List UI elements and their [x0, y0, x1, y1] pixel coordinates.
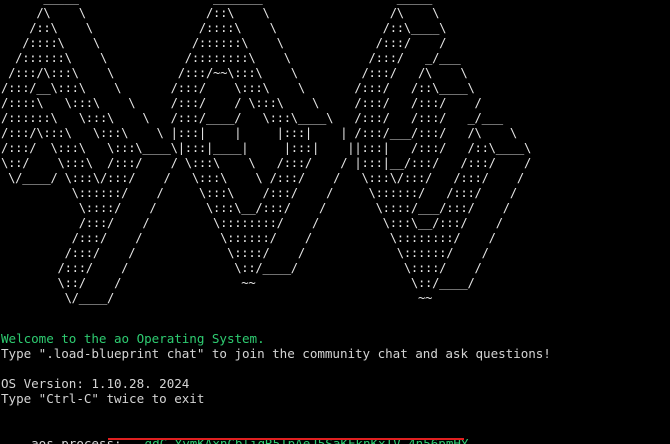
process-row: aos process: gdC_YymKAxnCbliqR5TpAeJ5SaKF…: [1, 421, 468, 444]
blueprint-tip: Type ".load-blueprint chat" to join the …: [1, 346, 551, 361]
exit-hint: Type "Ctrl-C" twice to exit: [1, 391, 205, 406]
terminal-window[interactable]: _____ _______ _____ /\ \ /::\ \ /\ \ /::…: [0, 0, 670, 444]
welcome-message: Welcome to the ao Operating System.: [1, 331, 265, 346]
process-id-underline: [108, 438, 464, 440]
os-version: OS Version: 1.10.28. 2024: [1, 376, 190, 391]
ao-ascii-logo: _____ _______ _____ /\ \ /::\ \ /\ \ /::…: [1, 0, 532, 305]
